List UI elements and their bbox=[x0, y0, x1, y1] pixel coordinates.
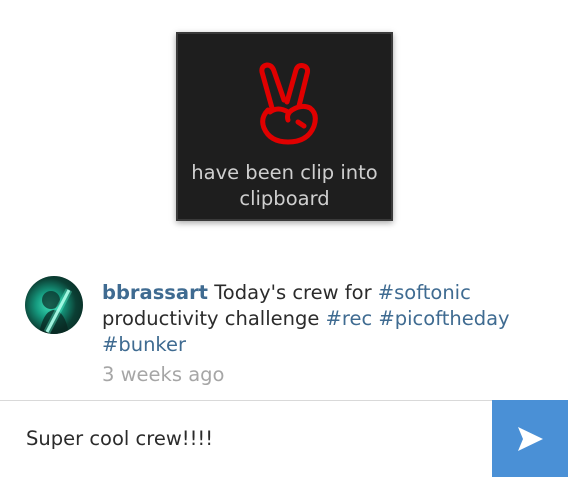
comment-text: bbrassart Today's crew for #softonic pro… bbox=[102, 280, 522, 388]
comment-input[interactable]: Super cool crew!!!! bbox=[26, 427, 213, 450]
hashtag-picoftheday[interactable]: #picoftheday bbox=[378, 307, 509, 330]
comment-composer: Super cool crew!!!! bbox=[0, 400, 568, 477]
victory-hand-icon bbox=[256, 62, 320, 146]
send-button[interactable] bbox=[492, 400, 568, 477]
avatar[interactable] bbox=[25, 276, 83, 334]
clipboard-toast: have been clip into clipboard bbox=[176, 32, 393, 221]
comment-text-part: productivity challenge bbox=[102, 307, 326, 330]
hashtag-softonic[interactable]: #softonic bbox=[378, 281, 471, 304]
hashtag-bunker[interactable]: #bunker bbox=[102, 333, 186, 356]
toast-message: have been clip into clipboard bbox=[191, 161, 378, 210]
hashtag-rec[interactable]: #rec bbox=[326, 307, 373, 330]
comment-text-part: Today's crew for bbox=[208, 281, 378, 304]
comment-timestamp: 3 weeks ago bbox=[102, 363, 225, 386]
comment-username[interactable]: bbrassart bbox=[102, 281, 208, 304]
